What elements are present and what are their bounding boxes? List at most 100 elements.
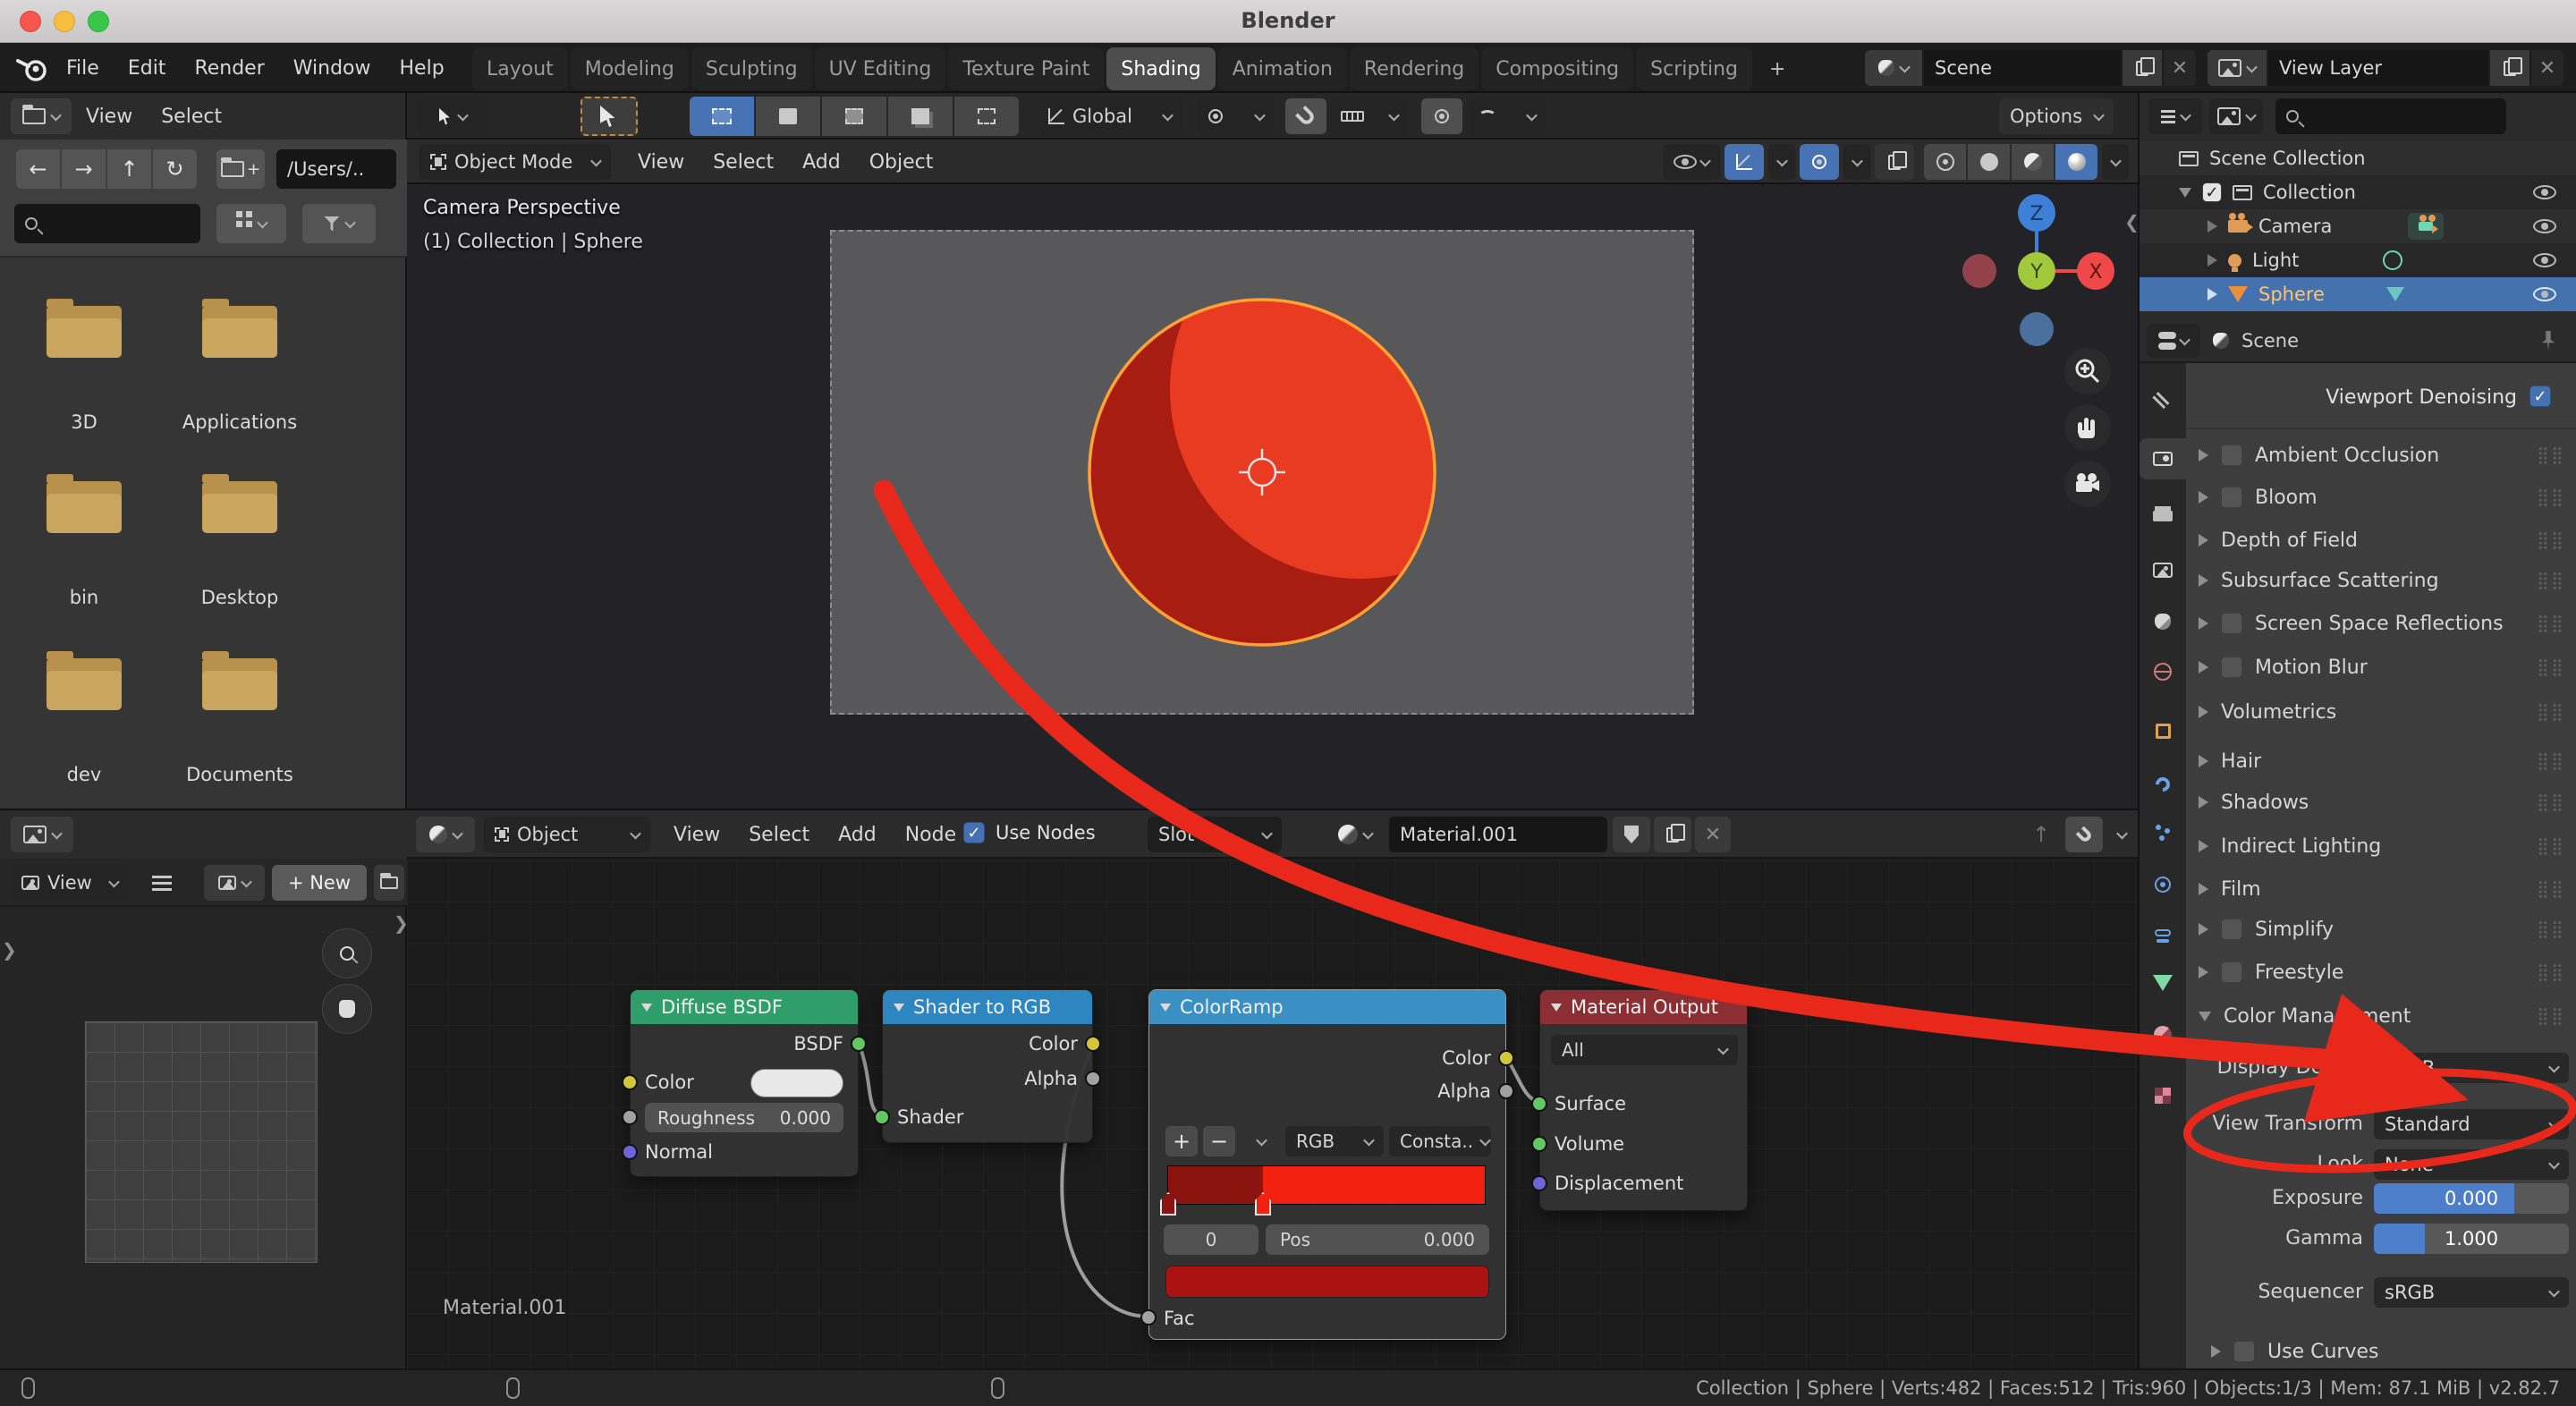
- tab-animation[interactable]: Animation: [1218, 47, 1347, 90]
- tab-material-properties[interactable]: [2140, 1014, 2186, 1055]
- node-shader-to-rgb[interactable]: Shader to RGB Color Alpha Shader: [882, 989, 1093, 1143]
- add-workspace-button[interactable]: +: [1755, 47, 1800, 90]
- light-data-icon[interactable]: [2383, 250, 2402, 270]
- output-socket-color[interactable]: [1085, 1036, 1101, 1052]
- tab-constraint-properties[interactable]: [2140, 912, 2186, 953]
- node-menu-select[interactable]: Select: [734, 810, 824, 859]
- image-browse-dropdown[interactable]: [204, 865, 265, 901]
- image-view-menu[interactable]: View: [11, 865, 129, 901]
- editor-type-shader-button[interactable]: [416, 817, 475, 852]
- drag-handle-icon[interactable]: ⣿⣿: [2537, 530, 2565, 550]
- display-mode-dropdown[interactable]: [216, 204, 286, 243]
- drag-handle-icon[interactable]: ⣿⣿: [2537, 836, 2565, 856]
- collapse-icon[interactable]: [894, 1004, 904, 1012]
- tab-object-data-properties[interactable]: [2140, 962, 2186, 1004]
- tab-compositing[interactable]: Compositing: [1481, 47, 1633, 90]
- pin-icon[interactable]: [2540, 331, 2556, 351]
- use-nodes-toggle[interactable]: ✓ Use Nodes: [963, 822, 1096, 843]
- drag-handle-icon[interactable]: ⣿⣿: [2537, 657, 2565, 677]
- outliner-filter-type-dropdown[interactable]: [2209, 98, 2263, 134]
- sequencer-dropdown[interactable]: sRGB: [2374, 1277, 2569, 1308]
- eye-icon[interactable]: [2533, 253, 2556, 267]
- navigation-gizmo[interactable]: Z Y X: [1962, 194, 2114, 346]
- stop-position-field[interactable]: Pos0.000: [1266, 1224, 1489, 1255]
- view-layer-icon-button[interactable]: [2207, 50, 2267, 86]
- section-freestyle[interactable]: Freestyle⣿⣿: [2186, 955, 2576, 989]
- expand-icon[interactable]: [2207, 288, 2217, 301]
- tab-layout[interactable]: Layout: [472, 47, 568, 90]
- outliner-display-mode-dropdown[interactable]: [2148, 98, 2202, 134]
- node-menu-view[interactable]: View: [659, 810, 734, 859]
- drag-handle-icon[interactable]: ⣿⣿: [2537, 1006, 2565, 1026]
- scene-name-field[interactable]: Scene: [1924, 50, 2121, 86]
- proportional-falloff-dropdown[interactable]: [1468, 98, 1546, 134]
- forward-button[interactable]: →: [62, 149, 106, 189]
- file-browser-menu-view[interactable]: View: [72, 93, 147, 140]
- folder-item-dev[interactable]: dev: [13, 653, 156, 796]
- section-checkbox[interactable]: [2221, 445, 2242, 466]
- select-tool-button[interactable]: [580, 97, 638, 136]
- collapse-icon[interactable]: [1551, 1004, 1562, 1012]
- node-canvas[interactable]: Diffuse BSDF BSDF Color Roughness0.000 N…: [407, 860, 2138, 1370]
- expand-icon[interactable]: [2207, 220, 2217, 233]
- output-socket-color[interactable]: [1498, 1050, 1514, 1066]
- node-header[interactable]: Diffuse BSDF: [631, 990, 858, 1024]
- image-editor-canvas[interactable]: ❯: [0, 907, 407, 1370]
- material-slot-dropdown[interactable]: Slot 1: [1148, 817, 1282, 852]
- axis-neg-x-ball[interactable]: [1962, 254, 1996, 288]
- select-mode-extend-button[interactable]: [756, 97, 820, 136]
- tab-tool-properties[interactable]: [2140, 377, 2186, 419]
- ramp-options-dropdown[interactable]: [1244, 1126, 1278, 1156]
- section-ambient-occlusion[interactable]: Ambient Occlusion⣿⣿: [2186, 438, 2576, 472]
- node-header[interactable]: ColorRamp: [1149, 990, 1505, 1024]
- drag-handle-icon[interactable]: ⣿⣿: [2537, 571, 2565, 590]
- folder-item-3d[interactable]: 3D: [13, 301, 156, 497]
- stop-color-swatch[interactable]: [1165, 1266, 1489, 1298]
- create-directory-button[interactable]: +: [216, 149, 265, 189]
- region-expand-arrow[interactable]: ❯: [2, 939, 17, 961]
- refresh-button[interactable]: ↻: [153, 149, 197, 189]
- tab-modifier-properties[interactable]: [2140, 764, 2186, 805]
- camera-data-icon[interactable]: [2408, 213, 2444, 240]
- section-checkbox[interactable]: [2221, 961, 2242, 983]
- look-dropdown[interactable]: None: [2374, 1149, 2569, 1180]
- input-socket-shader[interactable]: [874, 1109, 890, 1125]
- input-socket-color[interactable]: [622, 1074, 638, 1090]
- show-overlays-button[interactable]: [1800, 144, 1839, 180]
- node-colorramp[interactable]: ColorRamp Color Alpha + − RGB Consta.. 0…: [1148, 989, 1506, 1340]
- viewport-denoising-checkbox[interactable]: ✓: [2529, 385, 2551, 407]
- material-copy-button[interactable]: [1654, 817, 1691, 852]
- add-stop-button[interactable]: +: [1165, 1126, 1198, 1156]
- drag-handle-icon[interactable]: ⣿⣿: [2537, 751, 2565, 771]
- remove-stop-button[interactable]: −: [1203, 1126, 1235, 1156]
- fake-user-button[interactable]: [1613, 817, 1650, 852]
- tab-output-properties[interactable]: [2140, 495, 2186, 537]
- output-target-dropdown[interactable]: All: [1551, 1035, 1738, 1065]
- show-gizmo-button[interactable]: [1724, 144, 1764, 180]
- drag-handle-icon[interactable]: ⣿⣿: [2537, 879, 2565, 899]
- section-checkbox[interactable]: [2221, 613, 2242, 634]
- pan-button[interactable]: [322, 984, 372, 1034]
- use-nodes-checkbox[interactable]: ✓: [963, 822, 985, 843]
- drag-handle-icon[interactable]: ⣿⣿: [2537, 792, 2565, 812]
- section-color-management[interactable]: Color Management⣿⣿: [2186, 999, 2576, 1033]
- drag-handle-icon[interactable]: ⣿⣿: [2537, 614, 2565, 633]
- section-checkbox[interactable]: [2221, 487, 2242, 508]
- file-search-input[interactable]: [14, 204, 200, 243]
- folder-item-applications[interactable]: Applications: [168, 301, 311, 497]
- tab-shading[interactable]: Shading: [1106, 47, 1215, 90]
- viewport-menu-select[interactable]: Select: [699, 140, 788, 184]
- material-name-field[interactable]: Material.001: [1389, 817, 1607, 852]
- mesh-data-icon[interactable]: [2386, 287, 2404, 301]
- collapse-icon[interactable]: [641, 1004, 652, 1012]
- tab-scene-properties[interactable]: [2140, 601, 2186, 642]
- color-swatch[interactable]: [750, 1069, 843, 1097]
- section-depth-of-field[interactable]: Depth of Field⣿⣿: [2186, 523, 2576, 557]
- zoom-button[interactable]: [322, 928, 372, 978]
- scene-new-button[interactable]: [2123, 50, 2162, 86]
- tab-view-layer-properties[interactable]: [2140, 549, 2186, 590]
- exposure-slider[interactable]: 0.000: [2374, 1183, 2569, 1214]
- outliner-row-camera[interactable]: Camera: [2140, 209, 2576, 243]
- section-checkbox[interactable]: [2221, 919, 2242, 940]
- viewport-menu-view[interactable]: View: [623, 140, 699, 184]
